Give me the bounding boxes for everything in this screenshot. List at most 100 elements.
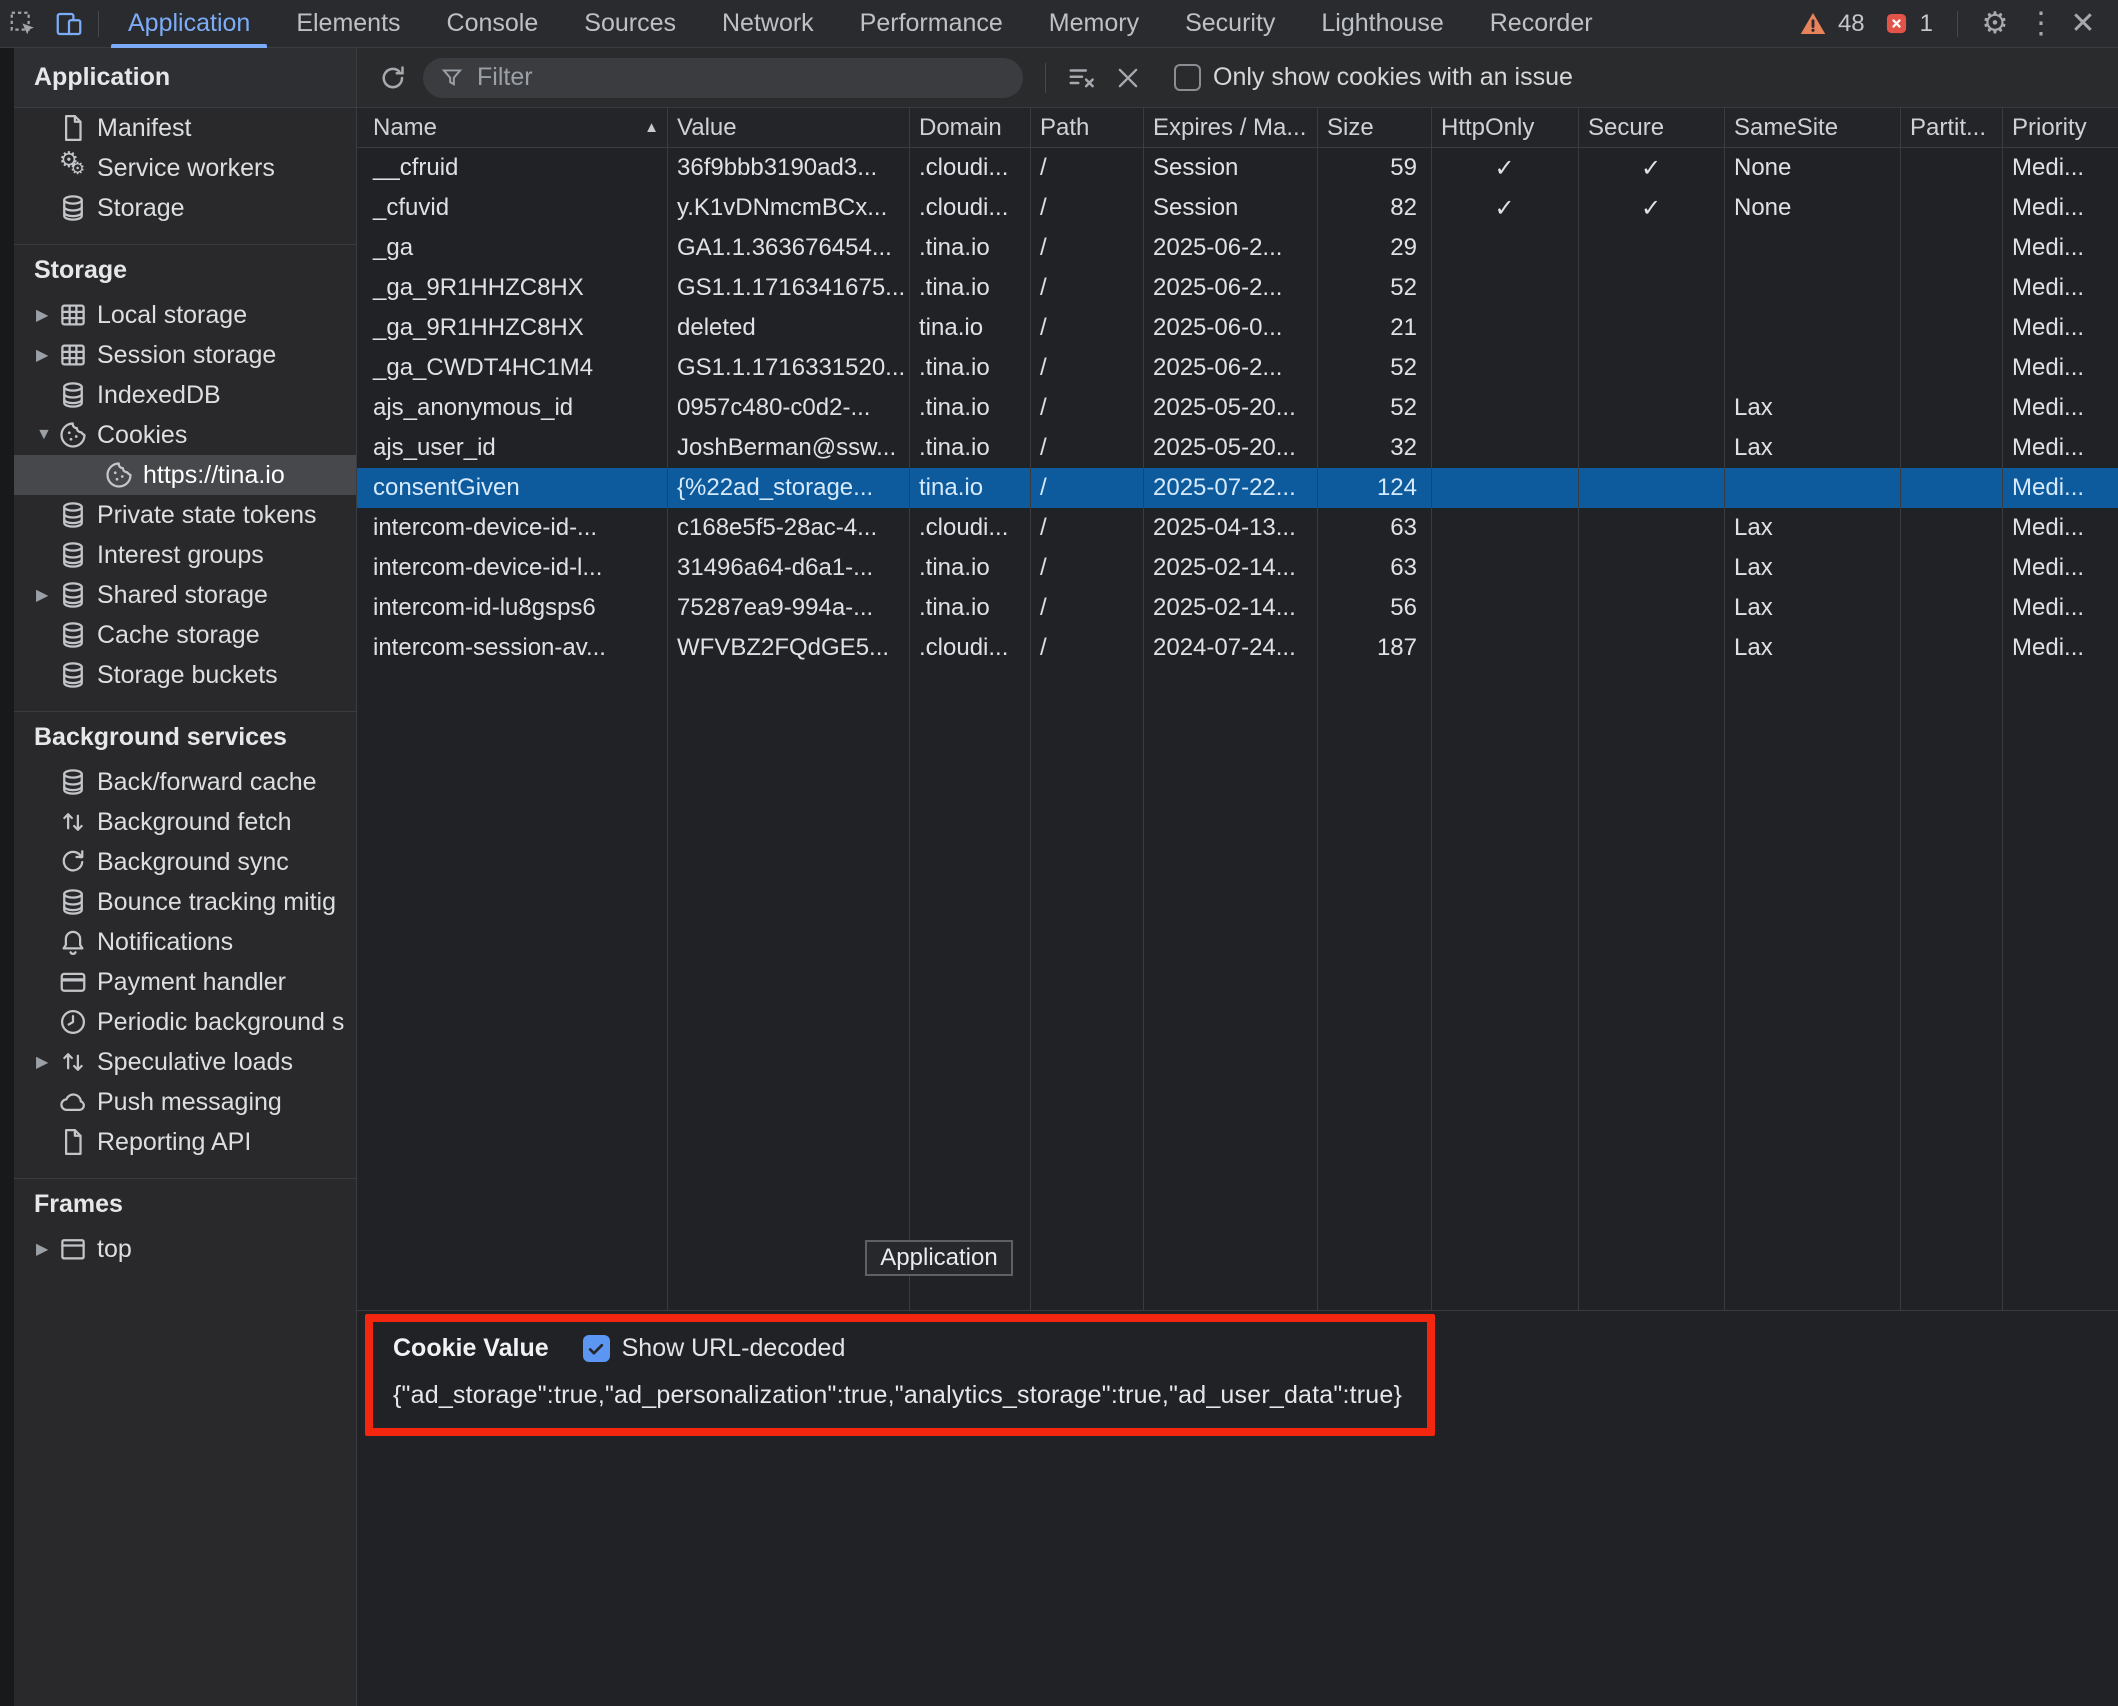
cell-httponly: ✓ bbox=[1431, 188, 1578, 228]
tab-console[interactable]: Console bbox=[424, 0, 562, 48]
delete-selected-icon[interactable] bbox=[1106, 56, 1150, 100]
expand-arrow-icon[interactable]: ▶ bbox=[36, 305, 58, 325]
sidebar-item-notifications[interactable]: Notifications bbox=[14, 922, 356, 962]
sidebar-item-indexeddb[interactable]: IndexedDB bbox=[14, 375, 356, 415]
expand-arrow-icon[interactable]: ▶ bbox=[36, 585, 58, 605]
refresh-icon[interactable] bbox=[371, 56, 415, 100]
sidebar-item-cookies[interactable]: ▼Cookies bbox=[14, 415, 356, 455]
cookie-row-cfruid[interactable]: __cfruid36f9bbb3190ad3....cloudi.../Sess… bbox=[357, 148, 2118, 188]
cookie-row-intercom-session-av[interactable]: intercom-session-av...WFVBZ2FQdGE5....cl… bbox=[357, 628, 2118, 668]
column-header-name[interactable]: Name▲ bbox=[357, 108, 667, 147]
sidebar-item-manifest[interactable]: Manifest bbox=[14, 108, 356, 148]
cell-secure bbox=[1578, 308, 1724, 348]
column-header-partit[interactable]: Partit... bbox=[1900, 108, 2002, 147]
cookie-row-ga[interactable]: _gaGA1.1.363676454....tina.io/2025-06-2.… bbox=[357, 228, 2118, 268]
sidebar-item-cache-storage[interactable]: Cache storage bbox=[14, 615, 356, 655]
warning-icon[interactable] bbox=[1798, 9, 1828, 39]
bell-icon bbox=[58, 927, 88, 957]
cookie-row-cfuvid[interactable]: _cfuvidy.K1vDNmcmBCx....cloudi.../Sessio… bbox=[357, 188, 2118, 228]
show-url-decoded-checkbox[interactable] bbox=[583, 1335, 610, 1362]
sidebar-item-speculative-loads[interactable]: ▶Speculative loads bbox=[14, 1042, 356, 1082]
sidebar-item-storage[interactable]: Storage bbox=[14, 188, 356, 228]
cell-partit bbox=[1900, 188, 2002, 228]
cookie-row-intercom-device-id-l[interactable]: intercom-device-id-l...31496a64-d6a1-...… bbox=[357, 548, 2118, 588]
issue-filter-checkbox[interactable] bbox=[1174, 64, 1201, 91]
cell-value: WFVBZ2FQdGE5... bbox=[667, 628, 909, 668]
sidebar-item-back-forward-cache[interactable]: Back/forward cache bbox=[14, 762, 356, 802]
column-header-secure[interactable]: Secure bbox=[1578, 108, 1724, 147]
cell-path: / bbox=[1030, 228, 1143, 268]
sidebar-item-storage-buckets[interactable]: Storage buckets bbox=[14, 655, 356, 695]
column-header-domain[interactable]: Domain bbox=[909, 108, 1030, 147]
tab-sources[interactable]: Sources bbox=[561, 0, 699, 48]
cookies-toolbar: Only show cookies with an issue bbox=[357, 48, 2118, 108]
cookie-row-ga-cwdt4hc1m4[interactable]: _ga_CWDT4HC1M4GS1.1.1716331520....tina.i… bbox=[357, 348, 2118, 388]
cookie-row-ajs-anonymous-id[interactable]: ajs_anonymous_id0957c480-c0d2-....tina.i… bbox=[357, 388, 2118, 428]
sidebar-item-background-fetch[interactable]: Background fetch bbox=[14, 802, 356, 842]
tab-application[interactable]: Application bbox=[105, 0, 273, 48]
tab-network[interactable]: Network bbox=[699, 0, 837, 48]
column-header-expires-ma[interactable]: Expires / Ma... bbox=[1143, 108, 1317, 147]
cell-path: / bbox=[1030, 468, 1143, 508]
sidebar-item-push-messaging[interactable]: Push messaging bbox=[14, 1082, 356, 1122]
sidebar-item-top[interactable]: ▶top bbox=[14, 1229, 356, 1269]
cell-samesite bbox=[1724, 268, 1900, 308]
column-header-label: Domain bbox=[919, 114, 1002, 142]
sidebar-item-payment-handler[interactable]: Payment handler bbox=[14, 962, 356, 1002]
sidebar-item-background-sync[interactable]: Background sync bbox=[14, 842, 356, 882]
sidebar-item-session-storage[interactable]: ▶Session storage bbox=[14, 335, 356, 375]
cookie-row-ga-9r1hhzc8hx[interactable]: _ga_9R1HHZC8HXGS1.1.1716341675....tina.i… bbox=[357, 268, 2118, 308]
device-toolbar-icon[interactable] bbox=[46, 2, 92, 46]
section-header-frames: Frames bbox=[14, 1179, 356, 1229]
cookie-row-intercom-device-id[interactable]: intercom-device-id-...c168e5f5-28ac-4...… bbox=[357, 508, 2118, 548]
issues-icon[interactable] bbox=[1883, 10, 1910, 37]
tab-performance[interactable]: Performance bbox=[837, 0, 1026, 48]
tab-lighthouse[interactable]: Lighthouse bbox=[1298, 0, 1466, 48]
kebab-menu-icon[interactable]: ⋮ bbox=[2026, 2, 2052, 46]
cell-samesite: Lax bbox=[1724, 508, 1900, 548]
sidebar-item-local-storage[interactable]: ▶Local storage bbox=[14, 295, 356, 335]
column-header-label: Secure bbox=[1588, 114, 1664, 142]
cell-domain: .cloudi... bbox=[909, 508, 1030, 548]
sidebar-item-interest-groups[interactable]: Interest groups bbox=[14, 535, 356, 575]
sidebar-item-shared-storage[interactable]: ▶Shared storage bbox=[14, 575, 356, 615]
sidebar-item-periodic-background-s[interactable]: Periodic background s bbox=[14, 1002, 356, 1042]
close-devtools-icon[interactable]: ✕ bbox=[2062, 2, 2104, 46]
filter-input[interactable] bbox=[475, 62, 1007, 93]
column-header-path[interactable]: Path bbox=[1030, 108, 1143, 147]
cookie-row-ga-9r1hhzc8hx[interactable]: _ga_9R1HHZC8HXdeletedtina.io/2025-06-0..… bbox=[357, 308, 2118, 348]
column-header-value[interactable]: Value bbox=[667, 108, 909, 147]
filter-field[interactable] bbox=[423, 58, 1023, 98]
clear-cookies-icon[interactable] bbox=[1060, 56, 1104, 100]
expand-arrow-icon[interactable]: ▶ bbox=[36, 345, 58, 365]
expand-arrow-icon[interactable]: ▶ bbox=[36, 1052, 58, 1072]
tab-memory[interactable]: Memory bbox=[1026, 0, 1162, 48]
sidebar-item-service-workers[interactable]: ⚙⚙Service workers bbox=[14, 148, 356, 188]
sidebar-item-bounce-tracking-mitig[interactable]: Bounce tracking mitig bbox=[14, 882, 356, 922]
sidebar-item-private-state-tokens[interactable]: Private state tokens bbox=[14, 495, 356, 535]
tab-recorder[interactable]: Recorder bbox=[1467, 0, 1616, 48]
table-grid-icon bbox=[58, 300, 88, 330]
inspect-element-icon[interactable] bbox=[0, 2, 46, 46]
section-header-storage: Storage bbox=[14, 245, 356, 295]
collapse-arrow-icon[interactable]: ▼ bbox=[36, 426, 58, 444]
column-header-priority[interactable]: Priority bbox=[2002, 108, 2118, 147]
tab-security[interactable]: Security bbox=[1162, 0, 1298, 48]
tab-elements[interactable]: Elements bbox=[273, 0, 423, 48]
column-header-size[interactable]: Size bbox=[1317, 108, 1431, 147]
settings-gear-icon[interactable]: ⚙ bbox=[1974, 2, 2016, 46]
column-header-samesite[interactable]: SameSite bbox=[1724, 108, 1900, 147]
service-workers-icon: ⚙⚙ bbox=[58, 153, 88, 183]
column-header-httponly[interactable]: HttpOnly bbox=[1431, 108, 1578, 147]
cell-path: / bbox=[1030, 268, 1143, 308]
expand-arrow-icon[interactable]: ▶ bbox=[36, 1239, 58, 1259]
cookie-row-ajs-user-id[interactable]: ajs_user_idJoshBerman@ssw....tina.io/202… bbox=[357, 428, 2118, 468]
topbar-status-cluster: 48 1 ⚙ ⋮ ✕ bbox=[1798, 2, 2118, 46]
cell-priority: Medi... bbox=[2002, 188, 2118, 228]
sidebar-item-https-tina-io[interactable]: https://tina.io bbox=[14, 455, 356, 495]
sidebar-item-reporting-api[interactable]: Reporting API bbox=[14, 1122, 356, 1162]
cookie-row-consentgiven[interactable]: consentGiven{%22ad_storage...tina.io/202… bbox=[357, 468, 2118, 508]
cell-domain: .tina.io bbox=[909, 268, 1030, 308]
sidebar-item-label: IndexedDB bbox=[97, 381, 221, 410]
cookie-row-intercom-id-lu8gsps6[interactable]: intercom-id-lu8gsps675287ea9-994a-....ti… bbox=[357, 588, 2118, 628]
